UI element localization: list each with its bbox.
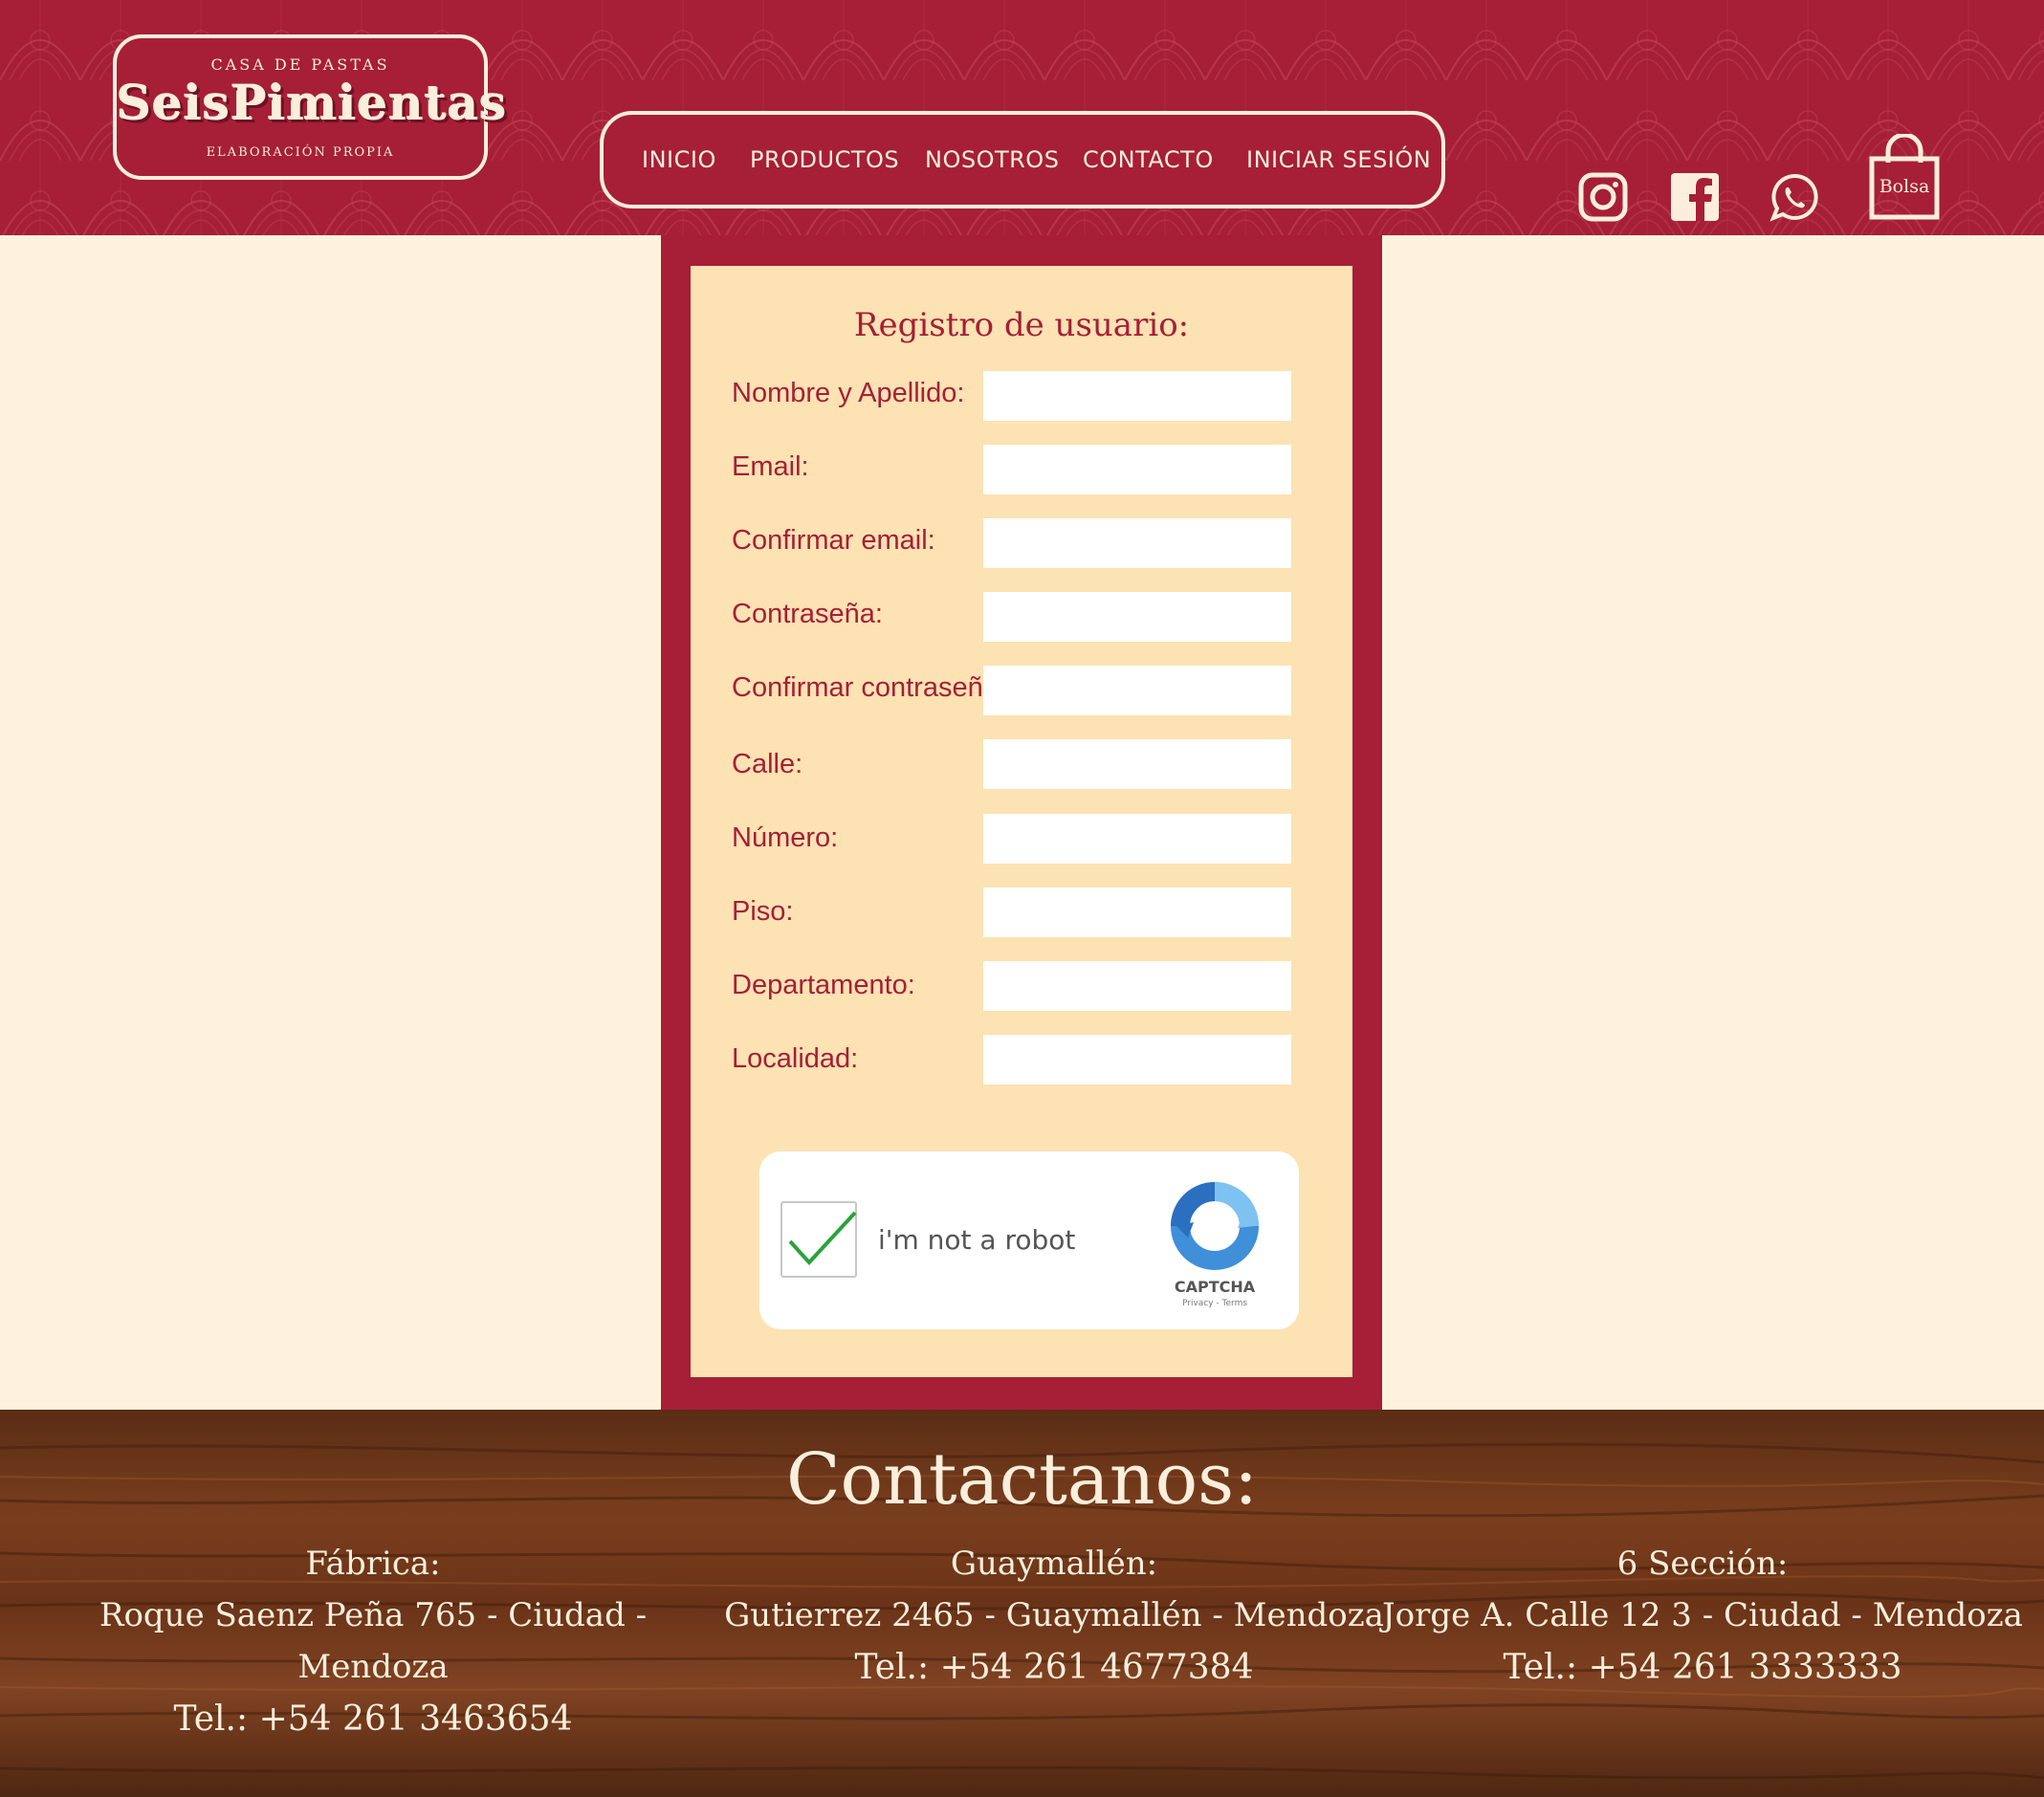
shopping-bag-button[interactable]: Bolsa (1869, 132, 1940, 220)
label-confirmar-contrasena: Confirmar contraseña: (732, 672, 1006, 703)
label-calle: Calle: (732, 749, 803, 779)
branch-phone: Tel.: +54 261 3333333 (1503, 1648, 1902, 1687)
label-piso: Piso: (732, 896, 794, 927)
calle-input[interactable] (983, 739, 1291, 789)
logo-tagline-top: CASA DE PASTAS (210, 55, 390, 74)
whatsapp-icon[interactable] (1769, 172, 1819, 222)
captcha-checkbox[interactable] (780, 1201, 857, 1278)
branch-fabrica: Fábrica: Roque Saenz Peña 765 - Ciudad -… (38, 1538, 708, 1746)
branch-name: Guaymallén: (950, 1545, 1158, 1583)
branch-name: Fábrica: (305, 1545, 441, 1583)
branch-phone: Tel.: +54 261 4677384 (854, 1648, 1254, 1687)
label-nombre: Nombre y Apellido: (732, 378, 965, 408)
branch-address: Roque Saenz Peña 765 - Ciudad - Mendoza (99, 1596, 648, 1686)
localidad-input[interactable] (983, 1035, 1291, 1085)
label-numero: Número: (732, 822, 839, 853)
label-confirmar-email: Confirmar email: (732, 525, 935, 556)
site-header: CASA DE PASTAS SeisPimientas ELABORACIÓN… (0, 0, 2044, 235)
captcha-links[interactable]: Privacy - Terms (1156, 1299, 1273, 1308)
captcha-brand: CAPTCHA (1174, 1278, 1256, 1296)
label-departamento: Departamento: (732, 970, 915, 1000)
piso-input[interactable] (983, 888, 1291, 937)
registration-frame: Registro de usuario: Nombre y Apellido: … (661, 235, 1382, 1410)
nav-contacto[interactable]: CONTACTO (1083, 146, 1214, 173)
footer-title: Contactanos: (785, 1438, 1259, 1521)
label-localidad: Localidad: (732, 1043, 859, 1074)
password-input[interactable] (983, 592, 1291, 642)
departamento-input[interactable] (983, 961, 1291, 1011)
nav-productos[interactable]: PRODUCTOS (750, 146, 899, 173)
registration-form: Registro de usuario: Nombre y Apellido: … (691, 266, 1352, 1377)
label-email: Email: (732, 451, 809, 482)
email-input[interactable] (983, 445, 1291, 494)
facebook-icon[interactable] (1670, 172, 1720, 222)
logo-tagline-bottom: ELABORACIÓN PROPIA (206, 145, 395, 160)
logo-brand-name: SeisPimientas (117, 75, 508, 131)
nav-iniciar-sesion[interactable]: INICIAR SESIÓN (1246, 146, 1431, 173)
numero-input[interactable] (983, 814, 1291, 864)
branch-address: Jorge A. Calle 12 3 - Ciudad - Mendoza (1382, 1596, 2023, 1634)
branch-name: 6 Sección: (1616, 1545, 1789, 1583)
label-contrasena: Contraseña: (732, 599, 883, 629)
brand-logo[interactable]: CASA DE PASTAS SeisPimientas ELABORACIÓN… (113, 34, 508, 180)
captcha-logo-icon (1171, 1182, 1259, 1270)
confirm-email-input[interactable] (983, 518, 1291, 568)
confirm-password-input[interactable] (983, 666, 1291, 715)
captcha-label: i'm not a robot (878, 1224, 1076, 1256)
branch-guaymallen: Guaymallén: Gutierrez 2465 - Guaymallén … (719, 1538, 1389, 1695)
checkmark-icon (788, 1211, 857, 1265)
site-footer: Contactanos: Fábrica: Roque Saenz Peña 7… (0, 1410, 2044, 1797)
main-nav: INICIO PRODUCTOS NOSOTROS CONTACTO INICI… (600, 111, 1445, 208)
instagram-icon[interactable] (1578, 172, 1628, 222)
form-title: Registro de usuario: (853, 306, 1190, 344)
branch-phone: Tel.: +54 261 3463654 (173, 1699, 573, 1739)
captcha-widget: i'm not a robot CAPTCHA Privacy - Terms (759, 1151, 1299, 1329)
bag-label: Bolsa (1879, 176, 1930, 197)
branch-address: Gutierrez 2465 - Guaymallén - Mendoza (724, 1596, 1384, 1634)
nombre-input[interactable] (983, 371, 1291, 421)
nav-inicio[interactable]: INICIO (642, 146, 716, 173)
nav-nosotros[interactable]: NOSOTROS (925, 146, 1059, 173)
branch-6-seccion: 6 Sección: Jorge A. Calle 12 3 - Ciudad … (1368, 1538, 2037, 1695)
